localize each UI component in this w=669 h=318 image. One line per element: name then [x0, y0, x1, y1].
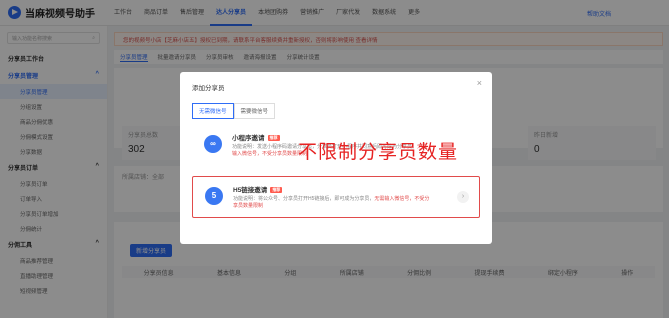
modal-tab[interactable]: 无需微信号	[192, 103, 234, 119]
h5-icon: 5	[205, 187, 223, 205]
card-title-text: H5链接邀请	[233, 187, 268, 194]
h5-invite-card[interactable]: 5 H5链接邀请 推荐 功能说明：将公众号、分享员打开H5链接后，即可成为分享员，…	[192, 176, 480, 218]
recommend-badge: 推荐	[270, 187, 283, 194]
modal-tabs: 无需微信号 需要微信号	[192, 103, 276, 119]
modal-title: 添加分享员	[192, 85, 225, 92]
annotation-label: 不限制分享员数量	[298, 141, 459, 163]
card-desc-text: 功能说明：将公众号、分享员打开H5链接后，即可成为分享员，	[233, 196, 375, 202]
card-desc: 功能说明：将公众号、分享员打开H5链接后，即可成为分享员，无需输入微信号，不受分…	[233, 196, 433, 210]
close-icon[interactable]: ×	[477, 78, 482, 88]
chevron-right-icon[interactable]: ›	[457, 191, 469, 203]
card-title: H5链接邀请 推荐	[233, 184, 283, 194]
card-title-text: 小程序邀请	[232, 135, 265, 142]
modal-tab[interactable]: 需要微信号	[233, 103, 276, 119]
link-icon: ∞	[204, 135, 222, 153]
card-title: 小程序邀请 推荐	[232, 132, 280, 142]
recommend-badge: 推荐	[267, 135, 280, 142]
